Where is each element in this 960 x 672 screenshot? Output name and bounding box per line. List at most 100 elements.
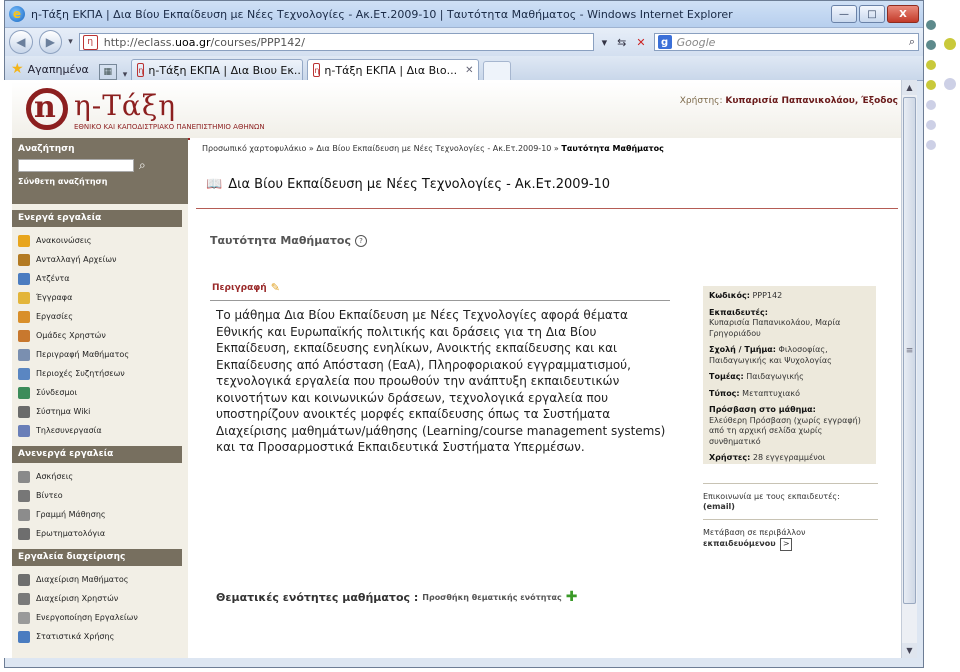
calendar-icon [18, 272, 30, 285]
sidebar-item[interactable]: Βίντεο [12, 486, 188, 505]
book-icon: 📖 [206, 177, 223, 192]
contact-email-link[interactable]: (email) [703, 502, 878, 512]
breadcrumb-course[interactable]: Δια Βίου Εκπαίδευση με Νέες Τεχνολογίες … [316, 144, 551, 153]
sidebar-item[interactable]: Περιγραφή Μαθήματος [12, 345, 188, 364]
stats-icon [18, 630, 30, 643]
url-dropdown-icon[interactable]: ▾ [602, 36, 608, 49]
eclass-logo[interactable]: n η-Τάξη ΕΘΝΙΚΟ ΚΑΙ ΚΑΠΟΔΙΣΤΡΙΑΚΟ ΠΑΝΕΠΙ… [26, 88, 265, 134]
search-icon[interactable]: ⌕ [909, 35, 915, 49]
help-icon[interactable]: ? [354, 234, 367, 247]
site-header: n η-Τάξη ΕΘΝΙΚΟ ΚΑΙ ΚΑΠΟΔΙΣΤΡΙΑΚΟ ΠΑΝΕΠΙ… [12, 82, 901, 140]
sidebar-item[interactable]: Ερωτηματολόγια [12, 524, 188, 543]
add-topic-link[interactable]: Προσθήκη θεματικής ενότητας [422, 593, 562, 602]
users-icon [18, 329, 30, 342]
megaphone-icon [18, 234, 30, 247]
close-button[interactable]: X [887, 5, 919, 23]
sidebar-item-label: Στατιστικά Χρήσης [36, 632, 115, 641]
sidebar-item[interactable]: Ατζέντα [12, 269, 188, 288]
sidebar-item[interactable]: Εργασίες [12, 307, 188, 326]
users-value: 28 εγγεγραμμένοι [752, 453, 826, 462]
access-value: Ελεύθερη Πρόσβαση (χωρίς εγγραφή) από τη… [709, 415, 861, 446]
sidebar-item[interactable]: Ενεργοποίηση Εργαλείων [12, 608, 188, 627]
sidebar-item-label: Ατζέντα [36, 274, 70, 283]
switch-go-button[interactable]: > [780, 538, 793, 551]
footprints-icon [18, 508, 30, 521]
sidebar-item-label: Διαχείριση Χρηστών [36, 594, 119, 603]
maximize-button[interactable]: □ [859, 5, 885, 23]
user-label: Χρήστης: [679, 96, 723, 106]
vertical-scrollbar[interactable]: ▲ ≡ ▼ [901, 80, 917, 658]
sidebar-item[interactable]: Σύστημα Wiki [12, 402, 188, 421]
address-input[interactable]: η http://eclass. uoa.gr/courses/PPP142/ [78, 33, 594, 51]
tab-1[interactable]: η η-Τάξη ΕΚΠΑ | Δια Βιου Εκ... [131, 59, 304, 80]
sidebar-item-label: Ανταλλαγή Αρχείων [36, 255, 117, 264]
sidebar-item[interactable]: Στατιστικά Χρήσης [12, 627, 188, 646]
type-value: Μεταπτυχιακό [742, 388, 800, 398]
breadcrumb: Προσωπικό χαρτοφυλάκιο » Δια Βίου Εκπαίδ… [202, 144, 664, 153]
sidebar-item-label: Ερωτηματολόγια [36, 529, 106, 538]
topics-label: Θεματικές ενότητες μαθήματος : [216, 590, 419, 604]
stop-icon[interactable]: ✕ [636, 36, 645, 49]
access-label: Πρόσβαση στο μάθημα: [709, 405, 816, 414]
decor-circle [926, 100, 936, 110]
refresh-icon[interactable]: ⇆ [617, 36, 626, 49]
scroll-up-arrow-icon[interactable]: ▲ [902, 80, 917, 95]
ie-logo-icon: e [9, 6, 25, 22]
breadcrumb-portfolio[interactable]: Προσωπικό χαρτοφυλάκιο [202, 144, 306, 153]
sidebar-item[interactable]: Περιοχές Συζητήσεων [12, 364, 188, 383]
tab-list-dropdown-icon[interactable]: ▾ [123, 70, 128, 80]
search-label: Αναζήτηση [18, 144, 75, 154]
sidebar-item-label: Ανακοινώσεις [36, 236, 92, 245]
decor-circle [926, 140, 936, 150]
questionnaire-icon [18, 527, 30, 540]
sidebar-item[interactable]: Διαχείριση Χρηστών [12, 589, 188, 608]
description-label-text: Περιγραφή [212, 282, 267, 293]
quick-tabs-icon[interactable]: ▦ [98, 64, 117, 80]
sidebar-item[interactable]: Γραμμή Μάθησης [12, 505, 188, 524]
history-dropdown-icon[interactable]: ▾ [68, 37, 73, 47]
scroll-down-arrow-icon[interactable]: ▼ [902, 643, 917, 658]
scrollbar-thumb[interactable]: ≡ [903, 97, 916, 604]
new-tab-button[interactable] [483, 61, 512, 80]
sidebar-item-label: Γραμμή Μάθησης [36, 510, 106, 519]
switch-student-link[interactable]: εκπαιδευόμενου [703, 539, 776, 548]
sidebar-item[interactable]: Σύνδεσμοι [12, 383, 188, 402]
sidebar-item[interactable]: Διαχείριση Μαθήματος [12, 570, 188, 589]
breadcrumb-separator: » [553, 144, 559, 153]
sidebar-item-label: Ασκήσεις [36, 472, 74, 481]
tab-2[interactable]: η η-Τάξη ΕΚΠΑ | Δια Βιο... ✕ [307, 59, 480, 80]
favorites-label: Αγαπημένα [27, 62, 89, 76]
tab-bar: ★ Αγαπημένα ▦ ▾ η η-Τάξη ΕΚΠΑ | Δια Βιου… [5, 56, 923, 81]
conference-icon [18, 424, 30, 437]
sidebar-item-label: Περιοχές Συζητήσεων [36, 369, 125, 378]
sidebar-search-input[interactable] [18, 159, 134, 172]
address-toolbar: ◀ ▶ ▾ η http://eclass. uoa.gr/courses/PPP… [5, 28, 923, 56]
sidebar-item[interactable]: Ανακοινώσεις [12, 231, 188, 250]
favorites-button[interactable]: ★ Αγαπημένα [11, 58, 89, 80]
title-divider [196, 208, 898, 209]
minimize-button[interactable]: — [831, 5, 857, 23]
magnifier-icon[interactable]: ⌕ [139, 158, 146, 173]
search-input[interactable]: g Google ⌕ [653, 33, 919, 51]
user-name: Κυπαρισία Παπανικολάου, [725, 96, 859, 106]
edit-pencil-icon[interactable]: ✎ [271, 281, 280, 294]
links-divider [703, 519, 878, 520]
sidebar-item[interactable]: Τηλεσυνεργασία [12, 421, 188, 440]
plus-icon[interactable]: ✚ [566, 589, 578, 605]
course-links: Επικοινωνία με τους εκπαιδευτές: (email)… [703, 476, 878, 551]
sidebar-item[interactable]: Έγγραφα [12, 288, 188, 307]
logout-link[interactable]: Έξοδος [861, 96, 898, 106]
breadcrumb-separator: » [308, 144, 314, 153]
back-button[interactable]: ◀ [9, 30, 33, 54]
advanced-search-link[interactable]: Σύνθετη αναζήτηση [18, 177, 182, 186]
decor-circle [944, 78, 956, 90]
sidebar-item[interactable]: Ομάδες Χρηστών [12, 326, 188, 345]
decor-circle [926, 120, 936, 130]
tab-close-icon[interactable]: ✕ [465, 65, 473, 76]
site-favicon-icon: η [82, 34, 98, 50]
course-title-text: Δια Βίου Εκπαίδευση με Νέες Τεχνολογίες … [228, 177, 611, 192]
course-admin-icon [18, 573, 30, 586]
sidebar-item[interactable]: Ανταλλαγή Αρχείων [12, 250, 188, 269]
forward-button[interactable]: ▶ [38, 30, 63, 54]
sidebar-item[interactable]: Ασκήσεις [12, 467, 188, 486]
